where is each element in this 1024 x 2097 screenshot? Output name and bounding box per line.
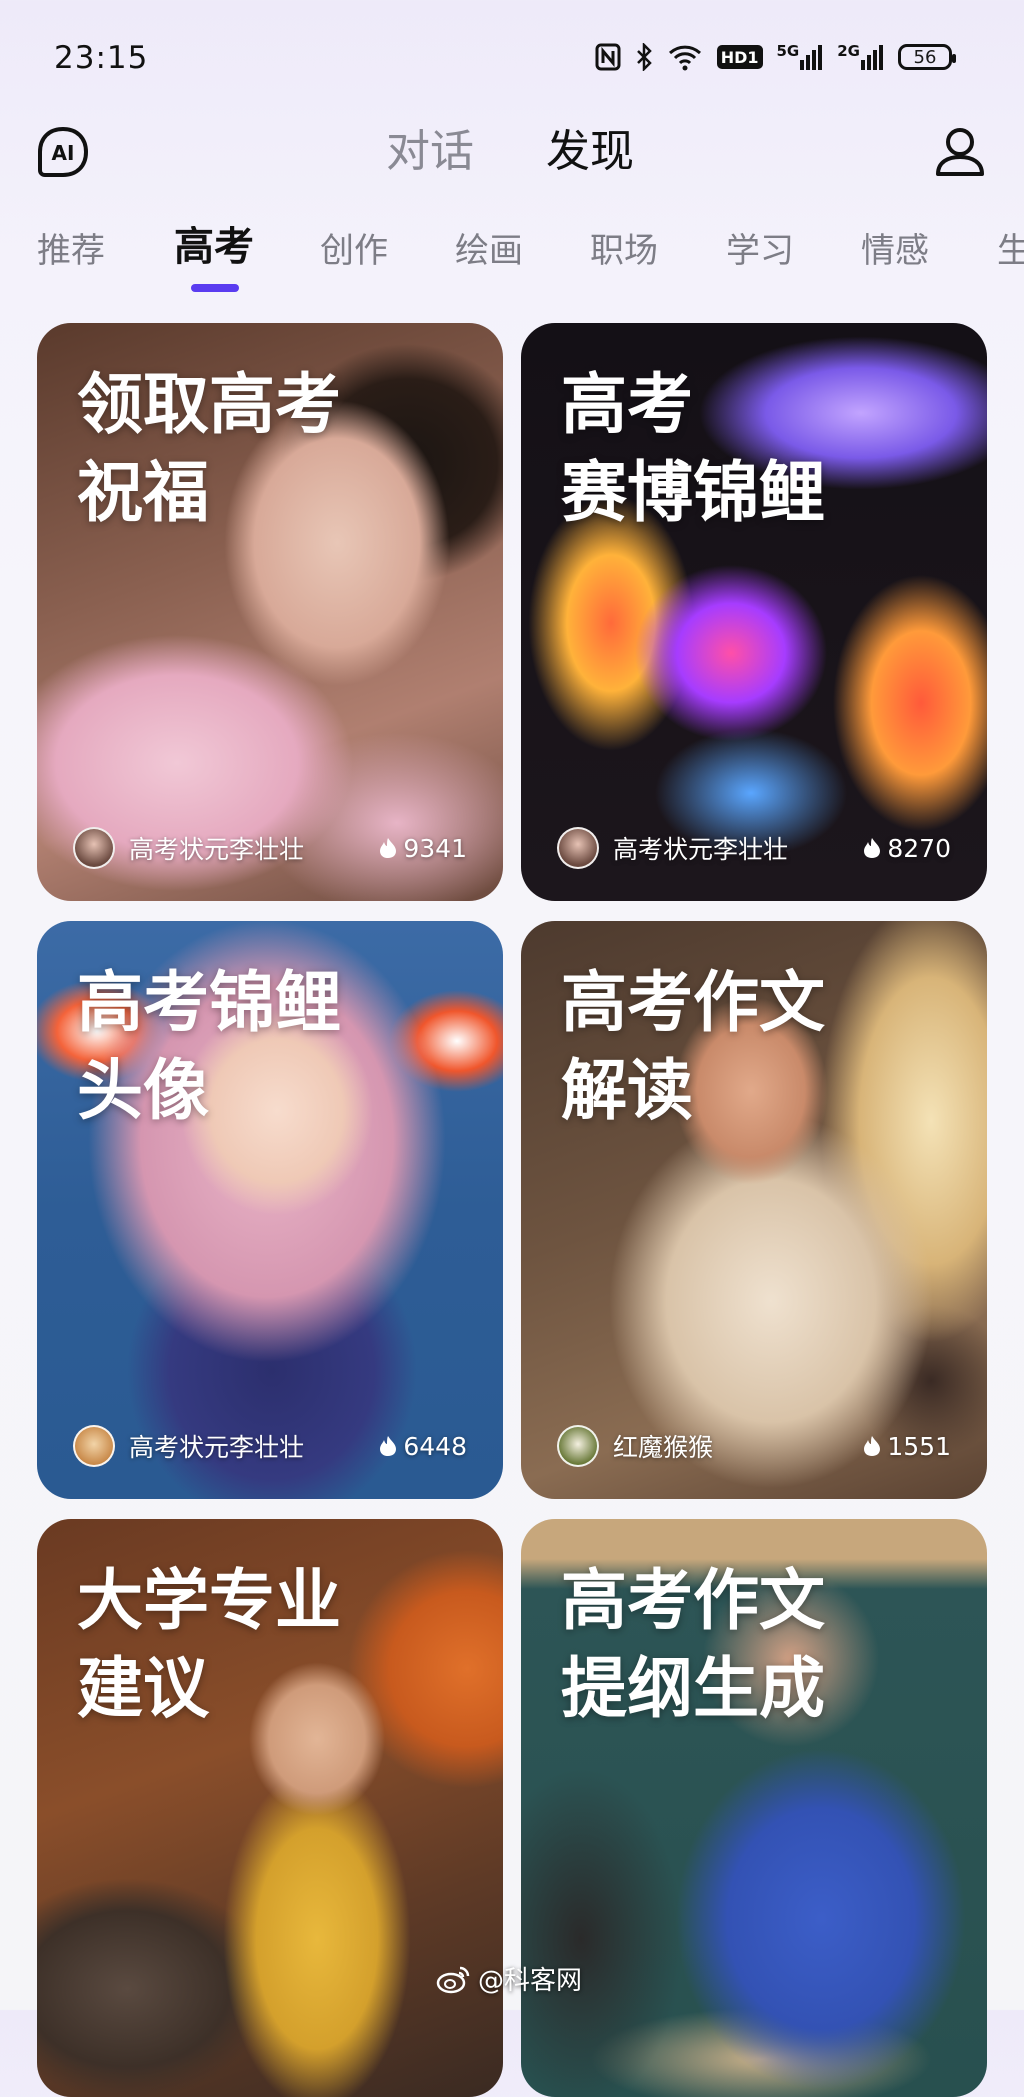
like-count-value: 8270: [887, 833, 951, 863]
battery-icon: 56: [898, 44, 956, 70]
card-footer: 高考状元李壮壮 9341: [73, 825, 467, 871]
status-time: 23:15: [54, 40, 149, 76]
category-tab-life[interactable]: 生: [997, 226, 1024, 276]
nfc-icon: [595, 42, 621, 72]
card-title: 高考作文 解读: [561, 964, 825, 1129]
card-essay-outline[interactable]: 高考作文 提纲生成: [521, 1519, 987, 2097]
watermark-text: @科客网: [478, 1966, 583, 1996]
category-tab-drawing[interactable]: 绘画: [455, 226, 523, 276]
card-title: 领取高考 祝福: [77, 366, 341, 531]
status-icons: HD1 5G 2G 56: [595, 42, 956, 72]
category-tab-gaokao[interactable]: 高考: [174, 226, 254, 272]
card-author[interactable]: 高考状元李壮壮: [129, 1428, 379, 1464]
avatar[interactable]: [557, 1425, 599, 1467]
like-count: 6448: [379, 1432, 467, 1461]
signal-2g-label: 2G: [837, 42, 860, 60]
flame-icon: [380, 1436, 397, 1456]
card-footer: 高考状元李壮壮 8270: [557, 825, 951, 871]
flame-icon: [864, 838, 881, 858]
bluetooth-icon: [635, 42, 653, 72]
category-tab-creation[interactable]: 创作: [320, 226, 388, 276]
like-count: 9341: [379, 834, 467, 863]
category-tab-study[interactable]: 学习: [726, 226, 794, 276]
wifi-icon: [667, 42, 703, 72]
card-footer: 红魔猴猴 1551: [557, 1423, 951, 1469]
like-count-value: 9341: [403, 833, 467, 863]
category-tabs: 推荐 高考 创作 绘画 职场 学习 情感 生: [0, 226, 1024, 302]
card-author[interactable]: 高考状元李壮壮: [129, 830, 379, 866]
like-count: 1551: [863, 1432, 951, 1461]
card-author[interactable]: 高考状元李壮壮: [613, 830, 863, 866]
tab-chat[interactable]: 对话: [386, 122, 474, 182]
status-bar: 23:15 HD1 5G 2G 56: [0, 0, 1024, 120]
signal-2g-icon: 2G: [837, 42, 884, 72]
category-tab-emotion[interactable]: 情感: [861, 226, 929, 276]
card-gaokao-blessing[interactable]: 领取高考 祝福 高考状元李壮壮 9341: [37, 323, 503, 901]
card-author[interactable]: 红魔猴猴: [613, 1428, 863, 1464]
active-tab-indicator: [191, 284, 239, 292]
ai-logo-icon[interactable]: AI: [37, 126, 89, 178]
hd-icon: HD1: [716, 45, 763, 69]
card-essay-analysis[interactable]: 高考作文 解读 红魔猴猴 1551: [521, 921, 987, 1499]
category-tab-workplace[interactable]: 职场: [590, 226, 658, 276]
card-title: 高考锦鲤 头像: [77, 964, 341, 1129]
battery-level: 56: [913, 46, 937, 68]
avatar[interactable]: [73, 1425, 115, 1467]
card-title: 高考作文 提纲生成: [561, 1562, 825, 1727]
flame-icon: [864, 1436, 881, 1456]
tab-discover[interactable]: 发现: [546, 122, 634, 182]
card-footer: 高考状元李壮壮 6448: [73, 1423, 467, 1469]
watermark: @科客网: [436, 1960, 582, 1997]
card-title: 大学专业 建议: [77, 1562, 341, 1727]
like-count-value: 1551: [887, 1431, 951, 1461]
card-koi-avatar[interactable]: 高考锦鲤 头像 高考状元李壮壮 6448: [37, 921, 503, 1499]
ai-logo-text: AI: [52, 141, 75, 165]
flame-icon: [380, 838, 397, 858]
like-count-value: 6448: [403, 1431, 467, 1461]
weibo-icon: [436, 1966, 470, 1993]
signal-5g-label: 5G: [776, 42, 800, 60]
profile-icon[interactable]: [932, 124, 988, 180]
card-major-advice[interactable]: 大学专业 建议: [37, 1519, 503, 2097]
card-cyber-koi[interactable]: 高考 赛博锦鲤 高考状元李壮壮 8270: [521, 323, 987, 901]
avatar[interactable]: [557, 827, 599, 869]
avatar[interactable]: [73, 827, 115, 869]
card-title: 高考 赛博锦鲤: [561, 366, 825, 531]
signal-5g-icon: 5G: [777, 42, 824, 72]
like-count: 8270: [863, 834, 951, 863]
category-tab-recommend[interactable]: 推荐: [37, 226, 105, 276]
